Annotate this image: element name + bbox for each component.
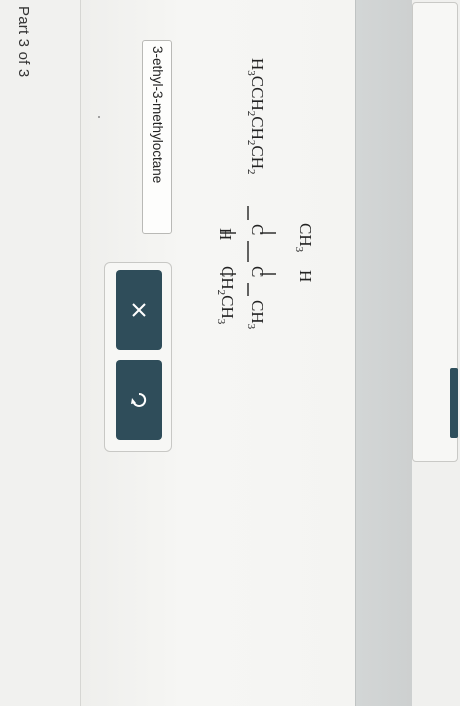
part-label: Part 3 of 3	[15, 6, 32, 78]
progress-band	[355, 0, 414, 706]
undo-icon	[131, 392, 147, 407]
carbon-2: C	[248, 266, 267, 277]
c2-top-h: H	[296, 270, 315, 282]
answer-text: 3-ethyl-3-methyloctane	[150, 46, 165, 184]
chain-text: H3CCH2CH2CH2	[245, 58, 267, 175]
clear-button[interactable]	[116, 270, 162, 350]
undo-button[interactable]	[116, 360, 162, 440]
c1-bottom-h: H	[216, 228, 235, 240]
c1-top-ch3: CH3	[293, 223, 315, 253]
right-accent-bar	[450, 368, 458, 438]
dot-mark	[98, 116, 100, 118]
answer-field[interactable]: 3-ethyl-3-methyloctane	[142, 40, 172, 234]
c2-bottom-ethyl: CH2CH3	[215, 266, 237, 325]
x-icon	[132, 303, 146, 317]
chemical-structure: H3CCH2CH2CH2 C C CH3 CH3 H H CH2CH3	[215, 58, 315, 330]
header-band	[0, 0, 81, 706]
end-ch3: CH3	[245, 300, 267, 330]
